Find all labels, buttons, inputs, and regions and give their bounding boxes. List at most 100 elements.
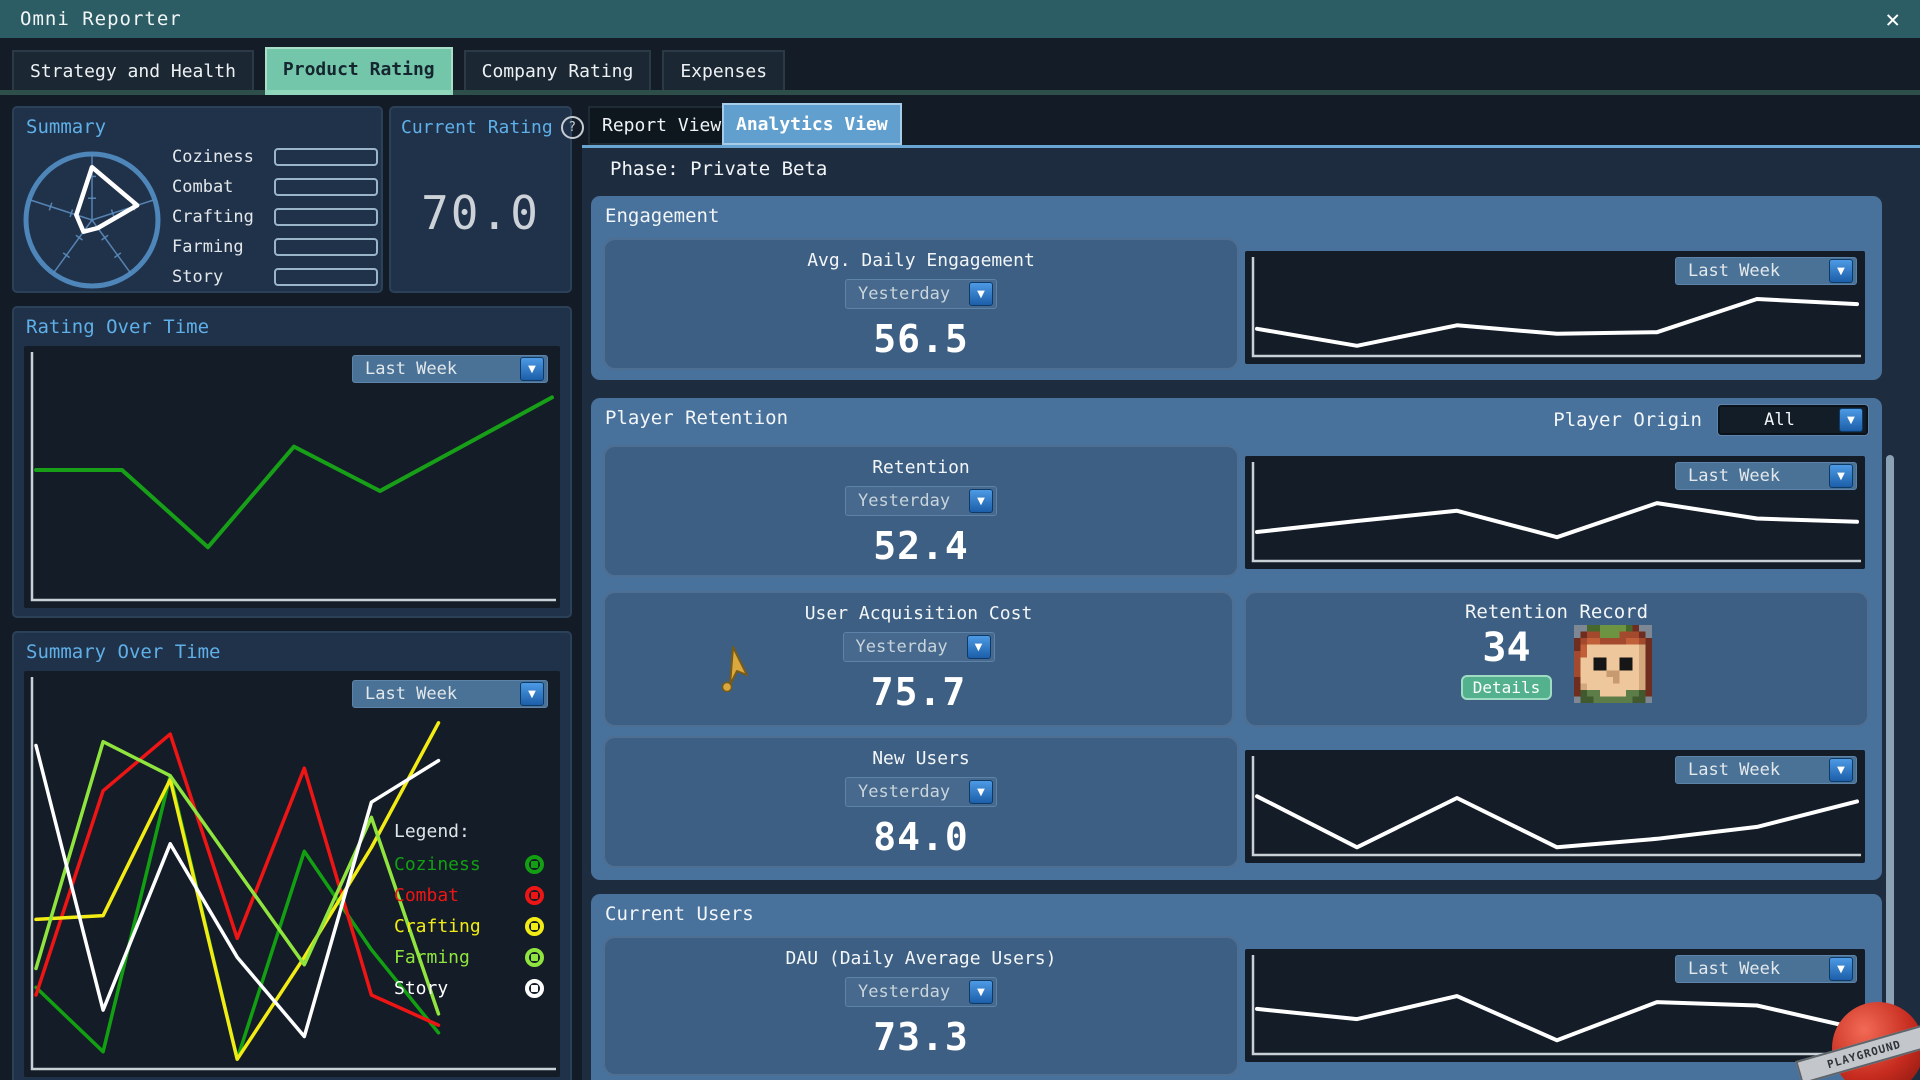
details-button[interactable]: Details xyxy=(1461,675,1552,700)
player-origin-label: Player Origin xyxy=(1553,409,1702,431)
bar-label: Farming xyxy=(172,237,274,257)
summary-panel: Summary Coziness Combat Crafting Farming… xyxy=(12,106,383,293)
dau-stat-card: DAU (Daily Average Users) Yesterday ▼ 73… xyxy=(603,936,1239,1076)
help-icon[interactable]: ? xyxy=(561,116,584,139)
legend-item-crafting: Crafting xyxy=(394,916,544,937)
new-users-period-dropdown[interactable]: Yesterday ▼ xyxy=(845,777,997,807)
dropdown-arrow-icon[interactable]: ▼ xyxy=(969,780,993,804)
rating-over-time-panel: Rating Over Time Last Week ▼ xyxy=(12,306,572,618)
stat-title: Avg. Daily Engagement xyxy=(807,250,1035,271)
dropdown-arrow-icon[interactable]: ▼ xyxy=(520,682,544,706)
dropdown-arrow-icon[interactable]: ▼ xyxy=(1829,957,1853,981)
legend-label: Crafting xyxy=(394,916,481,937)
bar-label: Story xyxy=(172,267,274,287)
phase-label: Phase: Private Beta xyxy=(610,158,827,180)
tab-strategy-and-health[interactable]: Strategy and Health xyxy=(12,50,254,90)
engagement-range-dropdown[interactable]: Last Week ▼ xyxy=(1675,257,1857,285)
retention-record-value: 34 xyxy=(1482,628,1530,668)
tab-report-view[interactable]: Report View xyxy=(588,106,735,145)
stat-title: DAU (Daily Average Users) xyxy=(786,948,1057,969)
tab-expenses[interactable]: Expenses xyxy=(662,50,785,90)
legend-title: Legend: xyxy=(394,821,544,842)
mouse-cursor-icon xyxy=(720,646,752,692)
retention-range-dropdown[interactable]: Last Week ▼ xyxy=(1675,462,1857,490)
new-users-chart: Last Week ▼ xyxy=(1245,750,1865,863)
player-retention-section: Player Retention Player Origin All ▼ Ret… xyxy=(591,398,1882,880)
uac-stat-card: User Acquisition Cost Yesterday ▼ 75.7 xyxy=(603,591,1234,727)
current-rating-panel: Current Rating ? 70.0 xyxy=(389,106,572,293)
tab-company-rating[interactable]: Company Rating xyxy=(464,50,652,90)
title-bar: Omni Reporter ✕ xyxy=(0,0,1920,38)
dropdown-arrow-icon[interactable]: ▼ xyxy=(520,357,544,381)
dropdown-value: All xyxy=(1720,410,1839,430)
dropdown-arrow-icon[interactable]: ▼ xyxy=(969,489,993,513)
dropdown-arrow-icon[interactable]: ▼ xyxy=(1829,464,1853,488)
dau-period-dropdown[interactable]: Yesterday ▼ xyxy=(845,977,997,1007)
main-tab-bar: Strategy and Health Product Rating Compa… xyxy=(0,38,1920,95)
rating-over-time-title: Rating Over Time xyxy=(26,316,209,338)
bar-track xyxy=(274,238,378,256)
ring-icon xyxy=(525,948,544,967)
tab-product-rating[interactable]: Product Rating xyxy=(265,47,453,90)
tab-underline xyxy=(0,90,1920,95)
rating-range-dropdown[interactable]: Last Week ▼ xyxy=(352,355,548,383)
dropdown-arrow-icon[interactable]: ▼ xyxy=(967,635,991,659)
dropdown-arrow-icon[interactable]: ▼ xyxy=(969,282,993,306)
engagement-chart: Last Week ▼ xyxy=(1245,251,1865,364)
dropdown-arrow-icon[interactable]: ▼ xyxy=(969,980,993,1004)
omni-reporter-window: Omni Reporter ✕ Strategy and Health Prod… xyxy=(0,0,1920,1080)
engagement-period-dropdown[interactable]: Yesterday ▼ xyxy=(845,279,997,309)
current-rating-value: 70.0 xyxy=(391,186,570,240)
uac-value: 75.7 xyxy=(871,670,967,714)
retention-value: 52.4 xyxy=(873,524,969,568)
ring-icon xyxy=(525,855,544,874)
retention-record-title: Retention Record xyxy=(1465,601,1648,623)
dropdown-value: Yesterday xyxy=(858,782,950,802)
legend-item-coziness: Coziness xyxy=(394,854,544,875)
summary-title: Summary xyxy=(26,116,106,138)
retention-record-card: Retention Record 34 Details xyxy=(1244,591,1869,727)
vertical-scrollbar[interactable] xyxy=(1886,455,1894,1080)
dropdown-value: Last Week xyxy=(1688,959,1780,979)
tab-analytics-view[interactable]: Analytics View xyxy=(722,103,902,145)
legend-item-combat: Combat xyxy=(394,885,544,906)
summary-range-dropdown[interactable]: Last Week ▼ xyxy=(352,680,548,708)
summary-bar-coziness: Coziness xyxy=(172,144,378,170)
retention-period-dropdown[interactable]: Yesterday ▼ xyxy=(845,486,997,516)
summary-radar-chart xyxy=(18,144,166,292)
engagement-section: Engagement Avg. Daily Engagement Yesterd… xyxy=(591,196,1882,380)
dau-value: 73.3 xyxy=(873,1015,969,1059)
rating-over-time-chart: Last Week ▼ xyxy=(24,346,560,608)
bar-label: Crafting xyxy=(172,207,274,227)
ring-icon xyxy=(525,979,544,998)
dropdown-value: Yesterday xyxy=(856,637,948,657)
dropdown-arrow-icon[interactable]: ▼ xyxy=(1829,259,1853,283)
bar-track xyxy=(274,178,378,196)
player-origin-dropdown[interactable]: All ▼ xyxy=(1718,405,1868,435)
summary-bar-combat: Combat xyxy=(172,174,378,200)
new-users-value: 84.0 xyxy=(873,815,969,859)
dropdown-value: Yesterday xyxy=(858,284,950,304)
current-rating-label: Current Rating xyxy=(401,117,553,138)
dau-range-dropdown[interactable]: Last Week ▼ xyxy=(1675,955,1857,983)
legend-label: Combat xyxy=(394,885,459,906)
dropdown-value: Yesterday xyxy=(858,982,950,1002)
ring-icon xyxy=(525,886,544,905)
bar-track xyxy=(274,268,378,286)
uac-period-dropdown[interactable]: Yesterday ▼ xyxy=(843,632,995,662)
legend-label: Coziness xyxy=(394,854,481,875)
bar-label: Combat xyxy=(172,177,274,197)
new-users-range-dropdown[interactable]: Last Week ▼ xyxy=(1675,756,1857,784)
close-icon[interactable]: ✕ xyxy=(1886,7,1900,31)
bar-label: Coziness xyxy=(172,147,274,167)
legend-item-farming: Farming xyxy=(394,947,544,968)
dropdown-value: Last Week xyxy=(1688,760,1780,780)
dropdown-arrow-icon[interactable]: ▼ xyxy=(1829,758,1853,782)
chart-legend: Legend: Coziness Combat Crafting Farming xyxy=(394,821,544,1009)
dropdown-arrow-icon[interactable]: ▼ xyxy=(1839,408,1863,432)
engagement-stat-card: Avg. Daily Engagement Yesterday ▼ 56.5 xyxy=(603,238,1239,370)
stat-title: New Users xyxy=(872,748,970,769)
summary-bar-crafting: Crafting xyxy=(172,204,378,230)
dropdown-value: Yesterday xyxy=(858,491,950,511)
summary-bar-story: Story xyxy=(172,264,378,290)
